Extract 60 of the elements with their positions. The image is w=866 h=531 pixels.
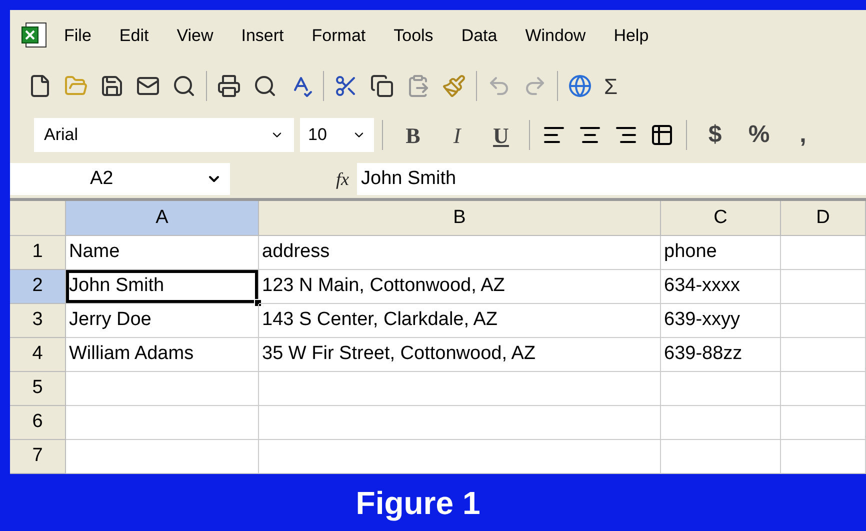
comma-button[interactable]: , bbox=[781, 117, 825, 153]
table-cell[interactable]: phone bbox=[661, 236, 781, 270]
menu-item[interactable]: Format bbox=[312, 23, 366, 49]
empty-cell[interactable] bbox=[781, 406, 866, 440]
empty-cell[interactable] bbox=[259, 440, 661, 474]
fill-handle[interactable] bbox=[254, 299, 262, 307]
empty-cell[interactable] bbox=[781, 304, 866, 338]
table-cell[interactable]: 634-xxxx bbox=[661, 270, 781, 304]
spreadsheet-app-icon[interactable] bbox=[20, 22, 48, 50]
empty-cell[interactable] bbox=[661, 440, 781, 474]
table-cell[interactable]: Name bbox=[66, 236, 259, 270]
row-header[interactable]: 5 bbox=[10, 372, 66, 406]
column-header[interactable]: B bbox=[259, 201, 661, 236]
menu-item[interactable]: Tools bbox=[394, 23, 434, 49]
row-header[interactable]: 7 bbox=[10, 440, 66, 474]
empty-cell[interactable] bbox=[661, 372, 781, 406]
empty-cell[interactable] bbox=[781, 338, 866, 372]
table-cell[interactable]: 639-xxyy bbox=[661, 304, 781, 338]
figure-caption: Figure 1 bbox=[356, 484, 480, 523]
bold-button[interactable]: B bbox=[391, 118, 435, 152]
empty-cell[interactable] bbox=[259, 372, 661, 406]
table-cell[interactable]: William Adams bbox=[66, 338, 259, 372]
currency-button[interactable]: $ bbox=[693, 117, 737, 153]
row-header[interactable]: 4 bbox=[10, 338, 66, 372]
table-cell[interactable]: 35 W Fir Street, Cottonwood, AZ bbox=[259, 338, 661, 372]
percent-button[interactable]: % bbox=[737, 117, 781, 153]
menu-item[interactable]: Data bbox=[461, 23, 498, 49]
column-header[interactable]: D bbox=[781, 201, 866, 236]
underline-button[interactable]: U bbox=[479, 118, 523, 152]
table-cell[interactable]: address bbox=[259, 236, 661, 270]
menu-item[interactable]: Help bbox=[614, 23, 649, 49]
menu-item[interactable]: File bbox=[64, 23, 92, 49]
function-symbol[interactable]: fx bbox=[336, 166, 349, 192]
name-box[interactable]: A2 bbox=[10, 163, 230, 195]
column-header[interactable]: C bbox=[661, 201, 781, 236]
table-cell[interactable]: 123 N Main, Cottonwood, AZ bbox=[259, 270, 661, 304]
formula-input[interactable]: John Smith bbox=[357, 163, 866, 195]
font-dropdown[interactable]: Arial bbox=[34, 118, 294, 152]
table-cell[interactable]: 639-88zz bbox=[661, 338, 781, 372]
empty-cell[interactable] bbox=[781, 270, 866, 304]
menu-item[interactable]: Window bbox=[525, 23, 586, 49]
menu-item[interactable]: View bbox=[176, 23, 214, 49]
empty-cell[interactable] bbox=[781, 440, 866, 474]
row-header[interactable]: 6 bbox=[10, 406, 66, 440]
font-size-dropdown[interactable]: 10 bbox=[300, 118, 374, 152]
row-header[interactable]: 3 bbox=[10, 304, 66, 338]
table-cell[interactable]: 143 S Center, Clarkdale, AZ bbox=[259, 304, 661, 338]
empty-cell[interactable] bbox=[781, 372, 866, 406]
menu-item[interactable]: Insert bbox=[241, 23, 284, 49]
menu-item[interactable]: Edit bbox=[119, 23, 149, 49]
empty-cell[interactable] bbox=[259, 406, 661, 440]
italic-button[interactable]: I bbox=[435, 118, 479, 152]
table-cell[interactable]: Jerry Doe bbox=[66, 304, 259, 338]
column-header[interactable]: A bbox=[66, 201, 259, 236]
empty-cell[interactable] bbox=[661, 406, 781, 440]
table-cell[interactable]: John Smith bbox=[66, 270, 259, 304]
empty-cell[interactable] bbox=[781, 236, 866, 270]
row-header[interactable]: 1 bbox=[10, 236, 66, 270]
row-header[interactable]: 2 bbox=[10, 270, 66, 304]
autosum-button[interactable]: Σ bbox=[598, 70, 624, 102]
